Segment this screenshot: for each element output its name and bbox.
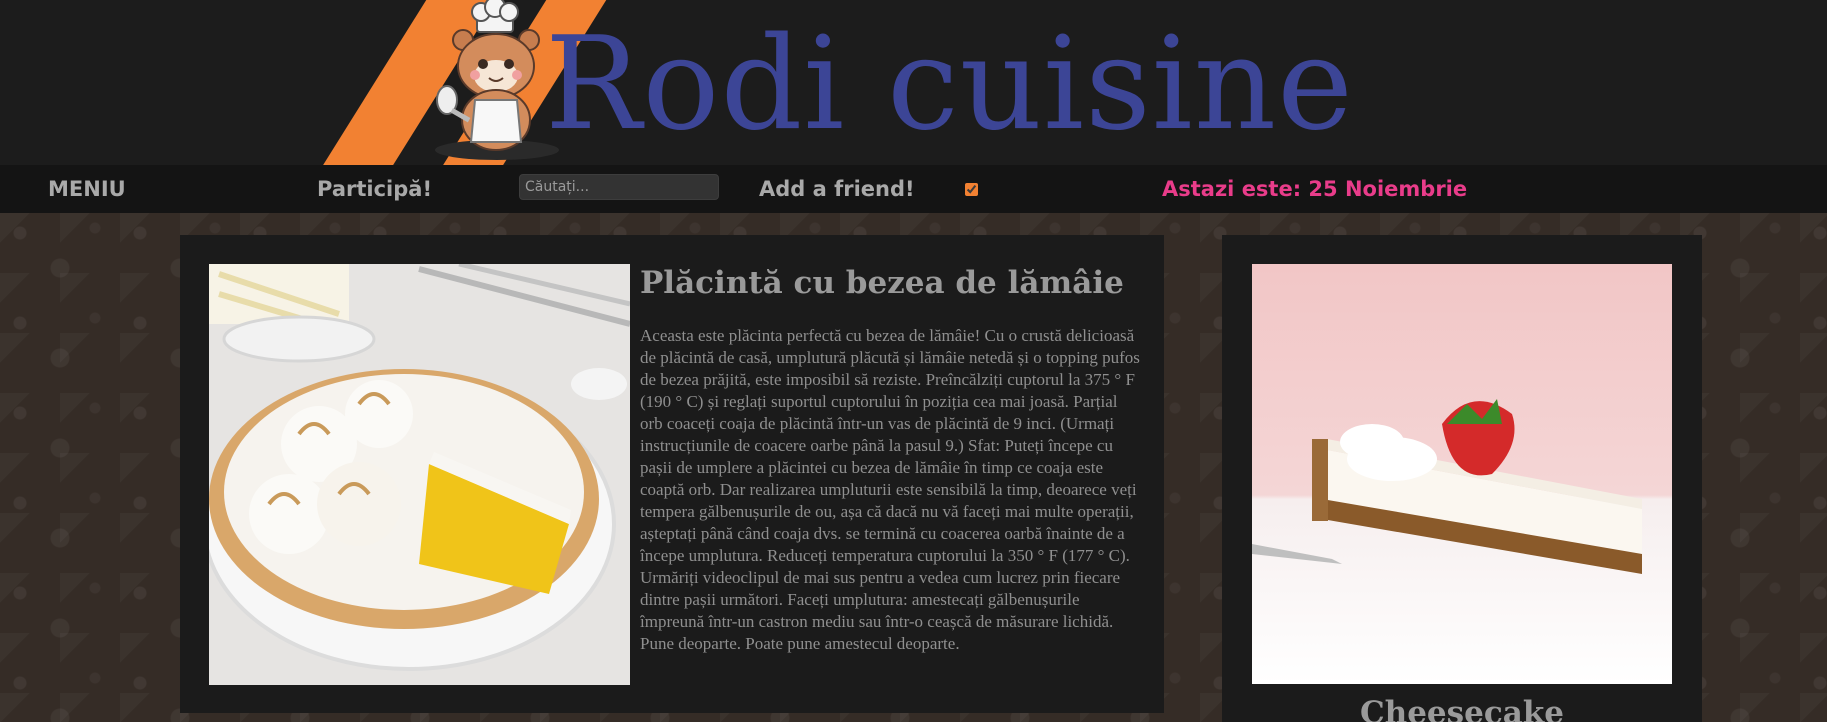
current-date-text: Astazi este: 25 Noiembrie [1162,177,1468,201]
recipe-paragraph: Urmăriți videoclipul de mai sus pentru a… [640,568,1121,653]
cheesecake-slice-photo[interactable] [1252,264,1672,684]
site-title[interactable]: Rodi cuisine [545,10,1354,160]
chef-hamster-mascot-icon[interactable] [425,0,565,160]
nav-participate-link[interactable]: Participă! [317,177,432,201]
lemon-meringue-pie-photo[interactable] [209,264,630,685]
recipe-description: Aceasta este plăcinta perfectă cu bezea … [640,325,1140,685]
recipe-paragraph: Aceasta este plăcinta perfectă cu bezea … [640,326,1140,565]
recipe-card-cheesecake: Cheesecake [1222,235,1702,722]
top-navigation: MENIU Participă! Add a friend! Astazi es… [0,165,1827,213]
nav-add-friend-link[interactable]: Add a friend! [759,177,915,201]
search-input[interactable] [519,174,719,200]
recipe-card-lemon-meringue: Plăcintă cu bezea de lămâie Aceasta este… [180,235,1164,713]
recipe-title[interactable]: Plăcintă cu bezea de lămâie [640,265,1124,301]
side-recipe-title[interactable]: Cheesecake [1222,695,1702,722]
nav-checkbox[interactable] [965,183,978,196]
nav-menu-link[interactable]: MENIU [48,177,126,201]
site-header: Rodi cuisine [0,0,1827,165]
